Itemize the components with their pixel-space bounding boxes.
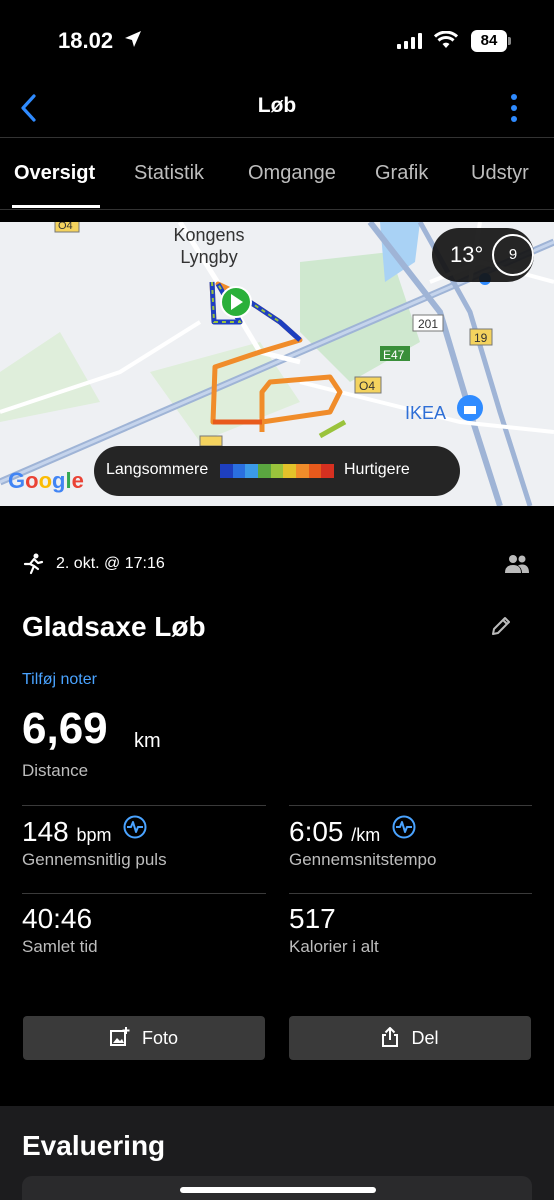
stat-value: 148 — [22, 816, 69, 847]
weather-temp: 13° — [450, 242, 484, 267]
stat-calories: 517 Kalorier i alt — [289, 903, 533, 957]
tab-udstyr[interactable]: Udstyr — [471, 162, 529, 185]
share-icon — [382, 1027, 399, 1047]
nav-bar: Løb — [0, 80, 554, 138]
add-notes-link[interactable]: Tilføj noter — [22, 671, 97, 689]
add-photo-icon — [109, 1027, 130, 1046]
distance-label: Distance — [22, 761, 89, 780]
legend-fast-label: Hurtigere — [344, 461, 410, 478]
evaluation-title: Evaluering — [22, 1130, 166, 1161]
kebab-icon[interactable] — [506, 92, 522, 124]
divider — [22, 805, 266, 806]
cellular-signal-icon — [397, 33, 422, 49]
map-poi-label: IKEA — [405, 403, 447, 423]
divider — [289, 805, 532, 806]
map-place-label: Kongens Lyngby — [173, 225, 245, 267]
pencil-icon[interactable] — [490, 615, 512, 637]
distance-value: 6,69 — [22, 704, 108, 753]
pace-color-swatch — [321, 464, 335, 478]
photo-button-label: Foto — [141, 1028, 179, 1048]
stat-avg-pace: 6:05 /km Gennemsnitstempo — [289, 815, 533, 870]
tab-oversigt[interactable]: Oversigt — [14, 162, 95, 185]
stat-value: 6:05 — [289, 816, 344, 847]
pace-color-swatch — [245, 464, 259, 478]
distance-unit: km — [134, 730, 161, 752]
pace-color-swatch — [270, 464, 284, 478]
wifi-icon — [434, 31, 458, 48]
heart-rate-icon[interactable] — [123, 815, 147, 839]
tab-statistik[interactable]: Statistik — [134, 162, 204, 185]
google-logo: Google — [8, 468, 84, 493]
activity-date: 2. okt. @ 17:16 — [56, 555, 165, 572]
road-label: 19 — [474, 331, 488, 345]
activity-date-row: 2. okt. @ 17:16 — [22, 550, 532, 580]
stat-total-time: 40:46 Samlet tid — [22, 903, 266, 957]
wind-dial-icon: 9 — [492, 234, 534, 276]
photo-button[interactable]: Foto — [23, 1016, 265, 1060]
evaluation-section: Evaluering — [0, 1106, 554, 1200]
pace-color-swatch — [232, 464, 246, 478]
share-button[interactable]: Del — [289, 1016, 531, 1060]
road-label: O4 — [359, 379, 376, 393]
page-title: Løb — [257, 94, 297, 117]
tab-omgange[interactable]: Omgange — [248, 162, 336, 185]
stat-unit: bpm — [76, 825, 112, 845]
stat-avg-heart-rate: 148 bpm Gennemsnitlig puls — [22, 815, 266, 870]
road-label: E47 — [383, 348, 405, 362]
people-icon[interactable] — [504, 554, 530, 574]
activity-title: Gladsaxe Løb — [22, 611, 206, 642]
active-tab-indicator — [12, 205, 100, 208]
battery-tip — [508, 37, 511, 45]
home-indicator[interactable] — [180, 1187, 376, 1193]
stat-label: Kalorier i alt — [289, 937, 379, 956]
share-button-label: Del — [411, 1028, 439, 1048]
pace-legend: Langsommere Hurtigere — [94, 446, 460, 496]
weather-badge: 13° 9 — [432, 228, 534, 282]
location-arrow-icon — [125, 31, 141, 47]
pace-color-swatch — [258, 464, 271, 478]
battery-indicator: 84 — [471, 30, 507, 52]
pace-color-swatch — [308, 464, 322, 478]
stat-unit: /km — [351, 825, 381, 845]
status-time: 18.02 — [58, 28, 114, 53]
stat-value: 517 — [289, 903, 336, 934]
tab-bar: Oversigt Statistik Omgange Grafik Udstyr — [0, 138, 554, 210]
road-label: O4 — [58, 222, 73, 232]
pace-color-swatch — [296, 464, 309, 478]
pace-color-swatch — [220, 464, 233, 478]
divider — [22, 893, 266, 894]
legend-slow-label: Langsommere — [106, 461, 209, 478]
pace-color-scale — [220, 464, 335, 478]
road-label: 201 — [418, 317, 439, 331]
pace-color-swatch — [283, 464, 297, 478]
divider — [289, 893, 532, 894]
tab-grafik[interactable]: Grafik — [375, 162, 428, 185]
heart-rate-icon[interactable] — [392, 815, 416, 839]
stat-label: Gennemsnitlig puls — [22, 850, 167, 869]
stat-value: 40:46 — [22, 903, 93, 934]
stat-label: Samlet tid — [22, 937, 98, 956]
status-bar: 18.02 84 — [0, 0, 554, 80]
running-icon — [23, 553, 44, 575]
stat-label: Gennemsnitstempo — [289, 850, 437, 869]
